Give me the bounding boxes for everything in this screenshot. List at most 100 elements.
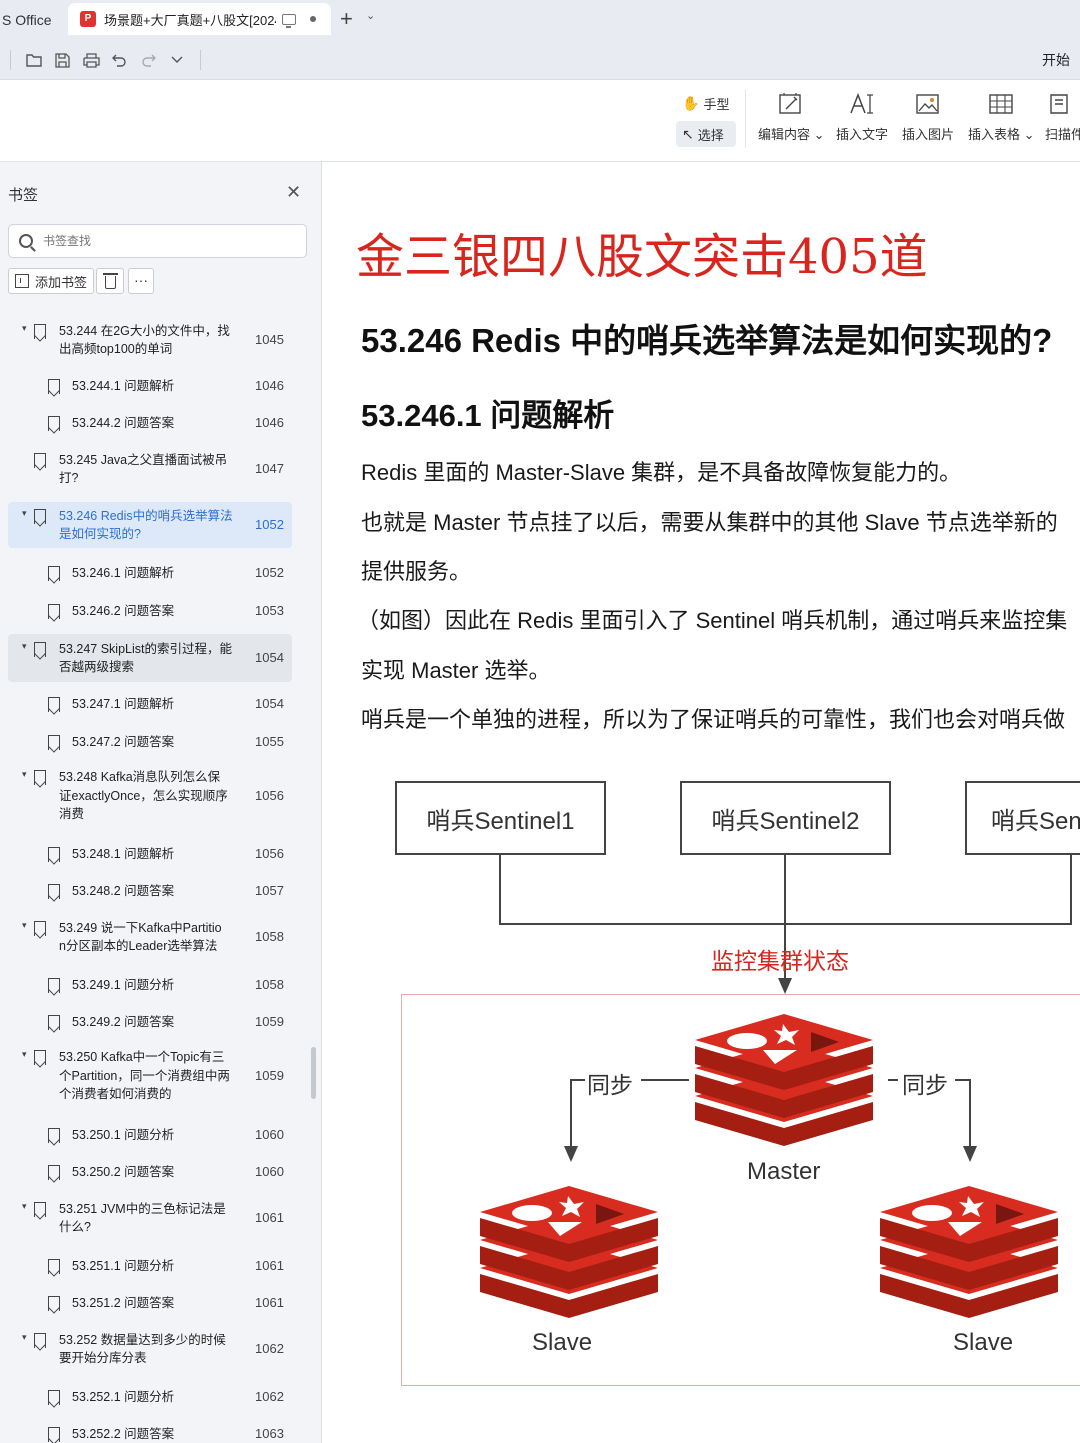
bookmark-item[interactable]: 53.245 Java之父直播面试被吊 打? 1047 xyxy=(8,446,292,492)
monitor-icon[interactable] xyxy=(282,13,296,28)
bookmark-item[interactable]: ▾ 53.250 Kafka中一个Topic有三 个Partition，同一个消费组… xyxy=(8,1045,292,1107)
pdf-icon: P xyxy=(80,11,96,27)
edit-content-button[interactable]: 编辑内容 ⌄ xyxy=(758,90,825,143)
bookmark-title-line: 53.244.1 问题解析 xyxy=(72,378,175,393)
delete-bookmark-button[interactable] xyxy=(96,268,124,294)
monitor-cluster-label: 监控集群状态 xyxy=(711,948,849,974)
bookmark-title: 53.250.2 问题答案 xyxy=(72,1163,174,1182)
unsaved-dot-icon[interactable] xyxy=(310,16,316,22)
bookmark-page-number: 1054 xyxy=(255,650,284,665)
bookmark-title-line: 53.246.1 问题解析 xyxy=(72,565,175,580)
bookmark-title: 53.246 Redis中的哨兵选举算法 是如何实现的? xyxy=(59,507,233,544)
sentinel-diagram: 哨兵Sentinel1 哨兵Sentinel2 哨兵Sentinel3 监控集群… xyxy=(323,762,1080,1402)
bookmark-title-line: 53.251 JVM中的三色标记法是 xyxy=(59,1201,226,1216)
bookmark-item[interactable]: ▾ 53.251 JVM中的三色标记法是 什么? 1061 xyxy=(8,1195,292,1241)
chevron-down-icon[interactable] xyxy=(167,50,187,70)
bookmark-title: 53.248.1 问题解析 xyxy=(72,845,174,864)
bookmark-item[interactable]: 53.248.1 问题解析 1056 xyxy=(8,839,292,869)
bookmark-item[interactable]: 53.250.1 问题分析 1060 xyxy=(8,1120,292,1150)
select-tool-button[interactable]: ↖ 选择 xyxy=(676,121,736,147)
document-tab[interactable]: P 场景题+大厂真题+八股文[2024] xyxy=(68,3,331,35)
save-icon[interactable] xyxy=(52,50,72,70)
bookmark-title: 53.246.2 问题答案 xyxy=(72,602,174,621)
bookmark-item[interactable]: ▾ 53.252 数据量达到多少的时候 要开始分库分表 1062 xyxy=(8,1326,292,1372)
expand-arrow-icon[interactable]: ▾ xyxy=(22,508,27,519)
bookmark-item[interactable]: ▾ 53.244 在2G大小的文件中，找 出高频top100的单词 1045 xyxy=(8,317,292,363)
add-bookmark-button[interactable]: 添加书签 xyxy=(8,268,95,294)
toolbar-divider xyxy=(10,50,11,70)
redo-icon[interactable] xyxy=(138,50,158,70)
bookmark-item[interactable]: 53.251.2 问题答案 1061 xyxy=(8,1288,292,1318)
bookmark-item[interactable]: 53.244.1 问题解析 1046 xyxy=(8,371,292,401)
menu-start[interactable]: 开始 xyxy=(1042,50,1070,70)
bookmark-title: 53.248.2 问题答案 xyxy=(72,882,174,901)
bookmark-item[interactable]: 53.246.1 问题解析 1052 xyxy=(8,558,292,588)
bookmark-item[interactable]: 53.247.2 问题答案 1055 xyxy=(8,727,292,757)
bookmark-item[interactable]: 53.251.1 问题分析 1061 xyxy=(8,1251,292,1281)
bookmark-item[interactable]: 53.249.1 问题分析 1058 xyxy=(8,970,292,1000)
insert-image-button[interactable]: 插入图片 xyxy=(902,90,954,143)
bookmark-item[interactable]: 53.249.2 问题答案 1059 xyxy=(8,1007,292,1037)
bookmark-item[interactable]: 53.252.2 问题答案 1063 xyxy=(8,1419,292,1443)
expand-arrow-icon[interactable]: ▾ xyxy=(22,1049,27,1060)
expand-arrow-icon[interactable]: ▾ xyxy=(22,769,27,780)
bookmark-item[interactable]: 53.246.2 问题答案 1053 xyxy=(8,596,292,626)
bookmark-page-number: 1058 xyxy=(255,977,284,992)
bookmark-icon xyxy=(48,603,60,619)
bookmark-page-number: 1060 xyxy=(255,1127,284,1142)
document-banner: 金三银四八股文突击405道 xyxy=(356,229,928,285)
bookmark-search-input[interactable] xyxy=(43,234,283,248)
bookmark-title-line: 53.252.1 问题分析 xyxy=(72,1389,175,1404)
bookmark-item[interactable]: 53.247.1 问题解析 1054 xyxy=(8,689,292,719)
close-icon[interactable]: ✕ xyxy=(286,182,301,203)
bookmark-icon xyxy=(48,1127,60,1143)
bookmark-icon xyxy=(34,508,46,524)
bookmark-item[interactable]: 53.244.2 问题答案 1046 xyxy=(8,408,292,438)
subsection-heading: 53.246.1 问题解析 xyxy=(361,398,615,433)
edit-content-icon xyxy=(778,90,804,118)
bookmark-item[interactable]: ▾ 53.248 Kafka消息队列怎么保 证exactlyOnce，怎么实现顺序消… xyxy=(8,765,292,827)
bookmark-page-number: 1046 xyxy=(255,415,284,430)
expand-arrow-icon[interactable]: ▾ xyxy=(22,1201,27,1212)
bookmark-title-line: 53.247 SkipList的索引过程，能 xyxy=(59,641,232,656)
bookmark-title: 53.247.1 问题解析 xyxy=(72,695,174,714)
bookmark-search[interactable] xyxy=(8,224,307,258)
expand-arrow-icon[interactable]: ▾ xyxy=(22,920,27,931)
bookmark-item[interactable]: 53.248.2 问题答案 1057 xyxy=(8,876,292,906)
select-tool-label: 选择 xyxy=(697,127,724,143)
bookmark-page-number: 1053 xyxy=(255,603,284,618)
bookmark-title: 53.250.1 问题分析 xyxy=(72,1126,174,1145)
bookmark-title: 53.251.1 问题分析 xyxy=(72,1257,174,1276)
new-tab-plus-icon[interactable]: + xyxy=(340,6,353,32)
insert-table-icon xyxy=(988,90,1014,118)
open-folder-icon[interactable] xyxy=(24,50,44,70)
print-icon[interactable] xyxy=(81,50,101,70)
expand-arrow-icon[interactable]: ▾ xyxy=(22,1332,27,1343)
hand-tool-button[interactable]: ✋ 手型 xyxy=(676,90,736,116)
more-options-button[interactable]: ··· xyxy=(128,268,154,294)
scan-button[interactable]: 扫描件 xyxy=(1045,90,1080,143)
add-bookmark-label: 添加书签 xyxy=(35,274,88,290)
bookmark-page-number: 1059 xyxy=(255,1068,284,1083)
expand-arrow-icon[interactable]: ▾ xyxy=(22,641,27,652)
expand-arrow-icon[interactable]: ▾ xyxy=(22,323,27,334)
chevron-down-icon[interactable]: ⌄ xyxy=(366,9,375,22)
bookmark-title-line: 53.249.1 问题分析 xyxy=(72,977,175,992)
insert-table-button[interactable]: 插入表格 ⌄ xyxy=(968,90,1035,143)
bookmark-item[interactable]: ▾ 53.246 Redis中的哨兵选举算法 是如何实现的? 1052 xyxy=(8,502,292,548)
undo-icon[interactable] xyxy=(109,50,129,70)
bookmark-item[interactable]: ▾ 53.247 SkipList的索引过程，能 否越两级搜索 1054 xyxy=(8,634,292,682)
insert-text-icon xyxy=(849,90,875,118)
bookmark-icon xyxy=(48,1164,60,1180)
bookmark-page-number: 1060 xyxy=(255,1164,284,1179)
insert-text-button[interactable]: 插入文字 xyxy=(836,90,888,143)
bookmark-title: 53.249.2 问题答案 xyxy=(72,1013,174,1032)
sidebar-scrollbar[interactable] xyxy=(311,1047,316,1099)
bookmark-title: 53.246.1 问题解析 xyxy=(72,564,174,583)
bookmark-icon xyxy=(34,1332,46,1348)
bookmark-item[interactable]: ▾ 53.249 说一下Kafka中Partitio n分区副本的Leader选举算… xyxy=(8,914,292,960)
app-tab[interactable]: S Office xyxy=(0,5,62,35)
bookmark-panel-title: 书签 xyxy=(8,187,39,204)
bookmark-item[interactable]: 53.252.1 问题分析 1062 xyxy=(8,1382,292,1412)
bookmark-item[interactable]: 53.250.2 问题答案 1060 xyxy=(8,1157,292,1187)
